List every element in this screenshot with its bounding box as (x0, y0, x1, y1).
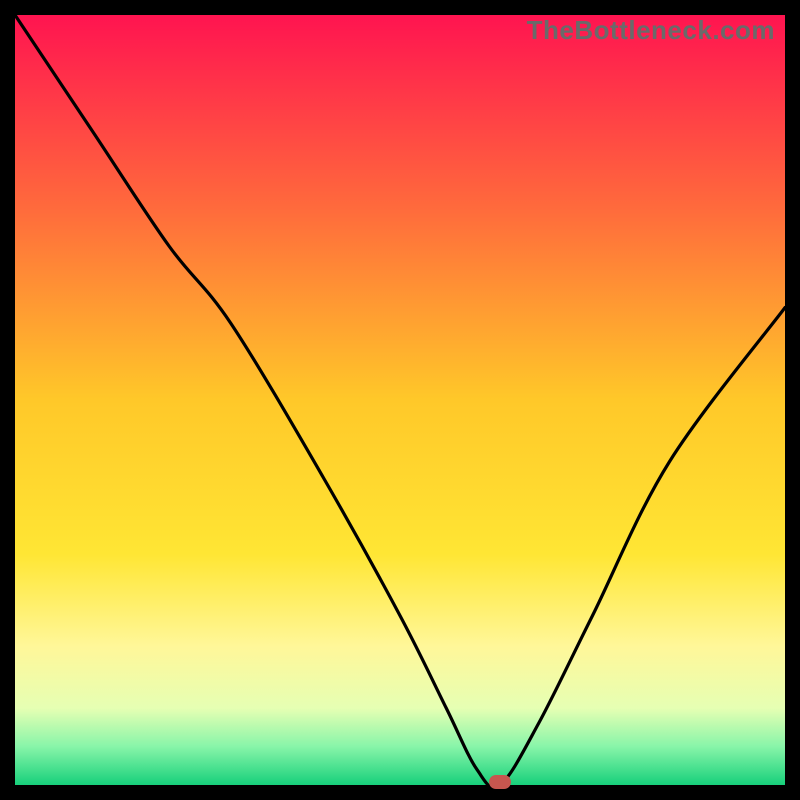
watermark-label: TheBottleneck.com (527, 15, 775, 46)
chart-frame: TheBottleneck.com (15, 15, 785, 785)
minimum-marker (489, 775, 511, 789)
bottleneck-curve-path (15, 15, 785, 785)
chart-svg (15, 15, 785, 785)
